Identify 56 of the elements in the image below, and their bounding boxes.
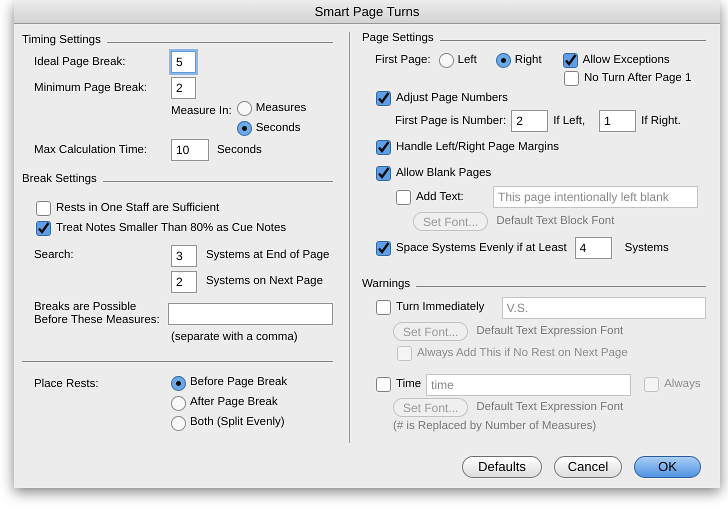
unit-label: Systems at End of Page [206,248,330,263]
radio-label: After Page Break [190,395,278,410]
checkbox-label: Handle Left/Right Page Margins [396,140,560,155]
checkbox-label: Allow Exceptions [582,52,670,68]
checkbox-label: Adjust Page Numbers [396,90,508,106]
label: Minimum Page Break: [34,80,148,96]
label: Measure In: [171,104,232,120]
section-title: Break Settings [22,172,97,188]
unit-label: Seconds [217,142,262,158]
checkbox-label: Time [396,376,422,392]
checkbox-label: Always [664,376,701,392]
radio-label: Left [458,52,477,68]
dialog-button[interactable]: Cancel [554,456,622,478]
section-title: Timing Settings [22,33,101,48]
label: If Left, [553,114,586,129]
radio-label: Both (Split Evenly) [190,415,285,430]
unit-label: Systems on Next Page [206,274,323,289]
radio-label: Before Page Break [190,375,288,390]
note-text: Default Text Expression Font [476,324,624,339]
input-field[interactable]: 5 [171,51,196,74]
checkbox-label: Space Systems Evenly if at Least [396,240,567,256]
input-field[interactable]: 2 [171,270,197,292]
note-text: Default Text Block Font [496,214,614,229]
label: Ideal Page Break: [34,54,126,70]
checkbox-label: No Turn After Page 1 [584,70,692,86]
radio-label: Measures [256,101,306,116]
checkbox-label: Allow Blank Pages [396,166,492,181]
dialog-button[interactable]: Defaults [462,456,542,478]
input-field[interactable]: 1 [599,110,636,132]
section-title: Page Settings [362,31,434,46]
checkbox-label: Turn Immediately [396,300,486,315]
section-title: Warnings [362,277,410,292]
label: Search: [34,248,75,263]
checkbox-label: Add Text: [416,190,465,205]
label: Max Calculation Time: [34,142,148,158]
window-title: Smart Page Turns [314,2,420,21]
label: Breaks are Possible Before These Measures: [34,300,161,326]
checkbox-label: Always Add This if No Rest on Next Page [417,346,628,361]
input-field[interactable]: 3 [171,244,197,266]
input-field[interactable]: 2 [171,77,196,100]
radio-label: Right [514,52,542,68]
hint-text: (separate with a comma) [171,330,298,345]
input-field[interactable]: 10 [171,139,209,162]
checkbox-label: Rests in One Staff are Sufficient [56,200,220,216]
checkbox-label: Treat Notes Smaller Than 80% as Cue Notes [56,220,286,236]
input-field[interactable]: 2 [511,110,548,132]
input-field[interactable]: 4 [574,237,612,260]
note-text: Default Text Expression Font [476,400,624,415]
label: If Right. [641,114,681,129]
label: First Page: [375,52,431,68]
unit-label: Systems [624,240,669,256]
hint-text: (# is Replaced by Number of Measures) [393,418,596,434]
label: First Page is Number: [395,114,506,129]
label: Place Rests: [34,376,100,392]
radio-label: Seconds [256,121,300,136]
ok-button[interactable]: OK [634,456,701,478]
